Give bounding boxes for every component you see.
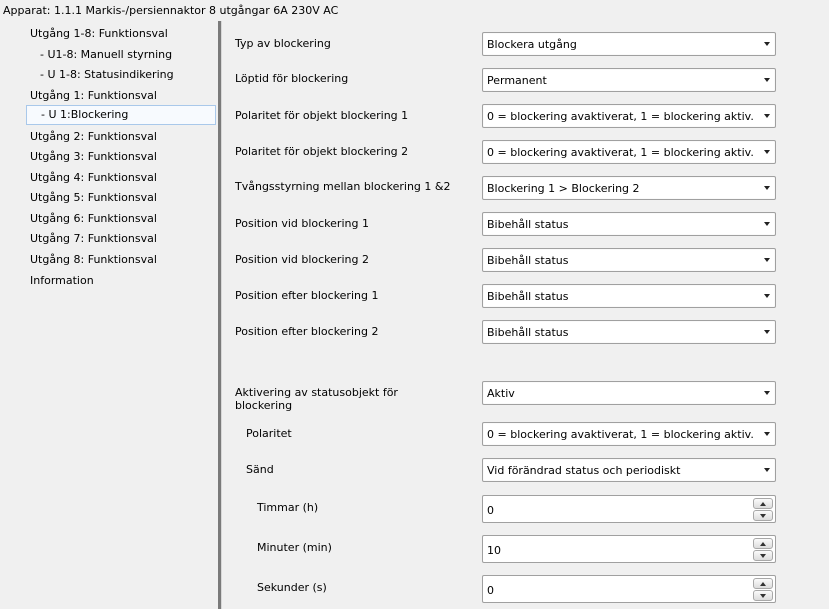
select-aktivering-statusobjekt[interactable]: Aktiv [482, 381, 776, 405]
param-label-polaritet: Polaritet [246, 427, 292, 440]
param-label-position-vid-blockering-1: Position vid blockering 1 [235, 217, 369, 230]
select-value: Blockera utgång [487, 38, 577, 51]
chevron-down-icon [764, 432, 770, 436]
select-value: Aktiv [487, 387, 515, 400]
param-label-typ-av-blockering: Typ av blockering [235, 37, 331, 50]
select-polaritet-blockering-2[interactable]: 0 = blockering avaktiverat, 1 = blockeri… [482, 140, 776, 164]
chevron-down-icon [764, 391, 770, 395]
param-label-tvangsstyrning: Tvångsstyrning mellan blockering 1 &2 [235, 180, 451, 193]
spin-up-icon[interactable] [753, 578, 773, 589]
select-position-vid-blockering-1[interactable]: Bibehåll status [482, 212, 776, 236]
tree-item-information[interactable]: Information [30, 271, 94, 291]
spin-value: 0 [487, 504, 494, 517]
spin-up-icon[interactable] [753, 538, 773, 549]
tree-item-utgang-7-funktionsval[interactable]: Utgång 7: Funktionsval [30, 229, 157, 249]
window-title: Apparat: 1.1.1 Markis-/persiennaktor 8 u… [0, 0, 829, 20]
select-value: 0 = blockering avaktiverat, 1 = blockeri… [487, 146, 754, 159]
param-label-timmar: Timmar (h) [257, 501, 319, 514]
spin-down-icon[interactable] [753, 550, 773, 561]
chevron-down-icon [764, 150, 770, 154]
select-typ-av-blockering[interactable]: Blockera utgång [482, 32, 776, 56]
tree-item-utgang-1-funktionsval[interactable]: Utgång 1: Funktionsval [30, 86, 157, 106]
param-label-position-efter-blockering-2: Position efter blockering 2 [235, 325, 379, 338]
select-position-efter-blockering-2[interactable]: Bibehåll status [482, 320, 776, 344]
select-value: 0 = blockering avaktiverat, 1 = blockeri… [487, 110, 754, 123]
spin-value: 10 [487, 544, 501, 557]
spin-sekunder[interactable]: 0 [482, 575, 776, 603]
param-label-position-efter-blockering-1: Position efter blockering 1 [235, 289, 379, 302]
select-position-efter-blockering-1[interactable]: Bibehåll status [482, 284, 776, 308]
chevron-down-icon [764, 294, 770, 298]
select-value: Bibehåll status [487, 326, 569, 339]
chevron-down-icon [764, 186, 770, 190]
param-label-polaritet-blockering-1: Polaritet för objekt blockering 1 [235, 109, 409, 122]
select-polaritet-blockering-1[interactable]: 0 = blockering avaktiverat, 1 = blockeri… [482, 104, 776, 128]
parameter-tree: Utgång 1-8: Funktionsval - U1-8: Manuell… [0, 21, 218, 609]
select-polaritet[interactable]: 0 = blockering avaktiverat, 1 = blockeri… [482, 422, 776, 446]
tree-item-u1-8-statusindikering[interactable]: - U 1-8: Statusindikering [40, 65, 174, 85]
spin-value: 0 [487, 584, 494, 597]
tree-item-u1-8-manuell-styrning[interactable]: - U1-8: Manuell styrning [40, 45, 172, 65]
chevron-down-icon [764, 78, 770, 82]
tree-item-u1-blockering[interactable]: - U 1:Blockering [26, 105, 216, 125]
tree-item-utgang-8-funktionsval[interactable]: Utgång 8: Funktionsval [30, 250, 157, 270]
tree-item-utgang-2-funktionsval[interactable]: Utgång 2: Funktionsval [30, 127, 157, 147]
select-value: Bibehåll status [487, 218, 569, 231]
chevron-down-icon [764, 222, 770, 226]
spin-down-icon[interactable] [753, 590, 773, 601]
tree-item-utgang-6-funktionsval[interactable]: Utgång 6: Funktionsval [30, 209, 157, 229]
param-label-sekunder: Sekunder (s) [257, 581, 327, 594]
chevron-down-icon [764, 42, 770, 46]
param-label-sand: Sänd [246, 463, 274, 476]
chevron-down-icon [764, 330, 770, 334]
spin-up-icon[interactable] [753, 498, 773, 509]
param-label-position-vid-blockering-2: Position vid blockering 2 [235, 253, 369, 266]
param-label-polaritet-blockering-2: Polaritet för objekt blockering 2 [235, 145, 409, 158]
select-sand[interactable]: Vid förändrad status och periodiskt [482, 458, 776, 482]
param-label-loptid: Löptid för blockering [235, 72, 349, 85]
chevron-down-icon [764, 258, 770, 262]
tree-item-utgang-4-funktionsval[interactable]: Utgång 4: Funktionsval [30, 168, 157, 188]
spin-minuter[interactable]: 10 [482, 535, 776, 563]
tree-item-utgang-3-funktionsval[interactable]: Utgång 3: Funktionsval [30, 147, 157, 167]
spin-down-icon[interactable] [753, 510, 773, 521]
select-tvangsstyrning[interactable]: Blockering 1 > Blockering 2 [482, 176, 776, 200]
chevron-down-icon [764, 468, 770, 472]
parameter-pane: Typ av blockering Blockera utgång Löptid… [222, 21, 829, 609]
select-value: Bibehåll status [487, 254, 569, 267]
spin-timmar[interactable]: 0 [482, 495, 776, 523]
param-label-aktivering-statusobjekt: Aktivering av statusobjekt för blockerin… [235, 386, 398, 412]
param-label-minuter: Minuter (min) [257, 541, 332, 554]
chevron-down-icon [764, 114, 770, 118]
select-position-vid-blockering-2[interactable]: Bibehåll status [482, 248, 776, 272]
select-loptid[interactable]: Permanent [482, 68, 776, 92]
select-value: Bibehåll status [487, 290, 569, 303]
select-value: 0 = blockering avaktiverat, 1 = blockeri… [487, 428, 754, 441]
tree-item-utgang-5-funktionsval[interactable]: Utgång 5: Funktionsval [30, 188, 157, 208]
select-value: Blockering 1 > Blockering 2 [487, 182, 640, 195]
tree-item-utgang-1-8-funktionsval[interactable]: Utgång 1-8: Funktionsval [30, 24, 168, 44]
select-value: Permanent [487, 74, 547, 87]
select-value: Vid förändrad status och periodiskt [487, 464, 681, 477]
